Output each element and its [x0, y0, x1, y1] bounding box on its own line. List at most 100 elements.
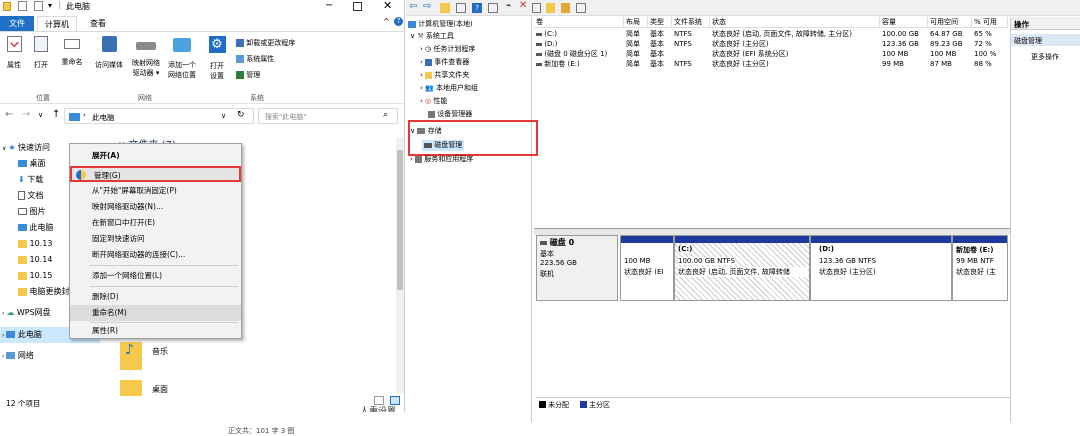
recent-dropdown-icon[interactable]: ∨: [38, 111, 43, 119]
file-item-desktop[interactable]: 桌面: [152, 384, 168, 395]
rename-button[interactable]: 重命名: [58, 36, 86, 67]
properties-button[interactable]: 属性: [5, 36, 23, 70]
partition-c[interactable]: (C:) 100.00 GB NTFS 状态良好 (启动, 页面文件, 故障转储: [674, 235, 810, 301]
actions-section-disk-management[interactable]: 磁盘管理: [1011, 34, 1080, 46]
partition-e[interactable]: 新加卷 (E:) 99 MB NTF 状态良好 (主: [952, 235, 1008, 301]
menu-item-unpin-start[interactable]: 从"开始"屏幕取消固定(P): [70, 183, 241, 199]
menu-item-delete[interactable]: 删除(D): [70, 289, 241, 305]
up-arrow-icon[interactable]: ↑: [52, 109, 60, 120]
view-icon[interactable]: [576, 3, 586, 13]
delete-icon[interactable]: ✕: [519, 0, 527, 11]
minimize-button[interactable]: −: [325, 0, 333, 11]
nav-folder-1013[interactable]: 10.13: [18, 236, 52, 252]
file-item-music[interactable]: 音乐: [152, 346, 168, 357]
tab-view[interactable]: 查看: [84, 16, 112, 31]
search-input[interactable]: 搜索"此电脑" ⌕: [258, 108, 398, 124]
tree-node-services-apps[interactable]: › 服务和应用程序: [410, 154, 473, 165]
back-arrow-icon[interactable]: ←: [5, 109, 13, 120]
nav-network[interactable]: › 网络: [2, 348, 34, 364]
tab-file[interactable]: 文件: [0, 16, 34, 31]
menu-item-pin-quick-access[interactable]: 固定到快速访问: [70, 231, 241, 247]
open-settings-button[interactable]: ⚙ 打开 设置: [206, 36, 228, 81]
tree-node-event-viewer[interactable]: › 事件查看器: [420, 57, 469, 68]
forward-arrow-icon[interactable]: ⇨: [423, 1, 431, 12]
check-icon[interactable]: [532, 3, 541, 13]
menu-item-open-new-window[interactable]: 在新窗口中打开(E): [70, 215, 241, 231]
column-header-percent-free[interactable]: % 可用: [972, 17, 1008, 28]
menu-item-disconnect-drive[interactable]: 断开网络驱动器的连接(C)...: [70, 247, 241, 263]
new-folder-quick-icon[interactable]: [34, 1, 43, 11]
add-network-location-button[interactable]: 添加一个 网络位置: [166, 36, 198, 80]
table-row[interactable]: 新加卷 (E:) 简单 基本 NTFS 状态良好 (主分区) 99 MB 87 …: [534, 59, 1008, 69]
menu-item-properties[interactable]: 属性(R): [70, 323, 241, 339]
uninstall-program-button[interactable]: 卸载或更改程序: [236, 38, 295, 48]
tree-node-performance[interactable]: › ◎ 性能: [420, 96, 447, 107]
tree-node-storage[interactable]: ∨ 存储: [410, 126, 442, 137]
column-header-type[interactable]: 类型: [648, 17, 672, 28]
column-header-volume[interactable]: 卷: [534, 17, 624, 28]
nav-downloads[interactable]: ⬇ 下载: [18, 172, 43, 188]
column-header-free-space[interactable]: 可用空间: [928, 17, 972, 28]
manage-button[interactable]: 管理: [236, 70, 260, 80]
menu-item-manage[interactable]: 管理(G): [70, 166, 241, 182]
table-row[interactable]: (D:) 简单 基本 NTFS 状态良好 (主分区) 123.36 GB 89.…: [534, 39, 1008, 49]
partition-d[interactable]: (D:) 123.36 GB NTFS 状态良好 (主分区): [810, 235, 952, 301]
disk-0-label-panel[interactable]: 磁盘 0 基本 223.56 GB 联机: [536, 235, 618, 301]
tab-computer[interactable]: 计算机: [37, 16, 77, 31]
close-button[interactable]: ✕: [383, 0, 392, 12]
table-row[interactable]: (磁盘 0 磁盘分区 1) 简单 基本 状态良好 (EFI 系统分区) 100 …: [534, 49, 1008, 59]
back-arrow-icon[interactable]: ⇦: [409, 1, 417, 12]
tree-node-shared-folders[interactable]: › 共享文件夹: [420, 70, 469, 81]
partition-efi[interactable]: 100 MB 状态良好 (EI: [620, 235, 674, 301]
column-header-capacity[interactable]: 容量: [880, 17, 928, 28]
open-button[interactable]: 打开: [32, 36, 50, 70]
system-properties-button[interactable]: 系统属性: [236, 54, 274, 64]
up-folder-icon[interactable]: [440, 3, 450, 13]
address-field[interactable]: › 此电脑 ∨ ↻: [64, 108, 254, 124]
tree-node-device-manager[interactable]: 设备管理器: [428, 109, 472, 120]
show-hide-tree-icon[interactable]: [456, 3, 466, 13]
help-icon[interactable]: ?: [472, 3, 482, 13]
menu-item-add-network-location[interactable]: 添加一个网络位置(L): [70, 268, 241, 284]
column-header-filesystem[interactable]: 文件系统: [672, 17, 710, 28]
nav-desktop[interactable]: 桌面: [18, 156, 46, 172]
tree-node-local-users[interactable]: › 👥 本地用户和组: [420, 83, 478, 94]
tree-node-task-scheduler[interactable]: › ◷ 任务计划程序: [420, 44, 475, 55]
table-row[interactable]: (C:) 简单 基本 NTFS 状态良好 (启动, 页面文件, 故障转储, 主分…: [534, 29, 1008, 39]
map-network-drive-button[interactable]: 映射网络 驱动器 ▾: [130, 36, 162, 78]
music-folder-icon[interactable]: ♪: [120, 342, 142, 370]
help-icon[interactable]: ?: [394, 17, 403, 26]
nav-pictures[interactable]: 图片: [18, 204, 46, 220]
connect-drive-icon[interactable]: ⌁: [506, 1, 511, 11]
properties-icon[interactable]: [488, 3, 498, 13]
nav-folder-pc-change[interactable]: 电脑更换封: [18, 284, 70, 300]
nav-folder-1015[interactable]: 10.15: [18, 268, 52, 284]
folder-icon[interactable]: [546, 3, 555, 13]
nav-this-pc-quick[interactable]: 此电脑: [18, 220, 54, 236]
nav-documents[interactable]: 文档: [18, 188, 44, 204]
search-folder-icon[interactable]: [561, 3, 570, 13]
nav-wps-drive[interactable]: › ☁ WPS网盘: [2, 305, 51, 321]
menu-item-map-drive[interactable]: 映射网络驱动器(N)...: [70, 199, 241, 215]
tree-node-system-tools[interactable]: ∨ ⚒ 系统工具: [410, 31, 454, 42]
column-header-layout[interactable]: 布局: [624, 17, 648, 28]
column-header-status[interactable]: 状态: [710, 17, 880, 28]
chevron-up-icon[interactable]: ^: [383, 17, 390, 26]
properties-quick-icon[interactable]: [18, 1, 27, 11]
nav-folder-1014[interactable]: 10.14: [18, 252, 52, 268]
scrollbar-thumb[interactable]: [397, 150, 403, 290]
desktop-folder-icon[interactable]: [120, 380, 142, 396]
menu-item-rename[interactable]: 重命名(M): [70, 305, 241, 321]
forward-arrow-icon[interactable]: →: [22, 109, 30, 120]
more-actions-link[interactable]: 更多操作: [1031, 52, 1059, 62]
refresh-icon[interactable]: ↻: [237, 110, 245, 120]
vertical-scrollbar[interactable]: [396, 138, 404, 393]
tree-node-root[interactable]: 计算机管理(本地): [408, 19, 473, 30]
nav-quick-access[interactable]: ∨ ★ 快速访问: [2, 140, 50, 156]
maximize-button[interactable]: [353, 2, 362, 11]
address-dropdown-icon[interactable]: ∨: [221, 112, 226, 120]
menu-item-expand[interactable]: 展开(A): [70, 148, 241, 164]
access-media-button[interactable]: 访问媒体: [94, 36, 124, 70]
tree-node-disk-management[interactable]: 磁盘管理: [422, 140, 465, 151]
customize-toolbar-icon[interactable]: ▾: [48, 1, 52, 10]
